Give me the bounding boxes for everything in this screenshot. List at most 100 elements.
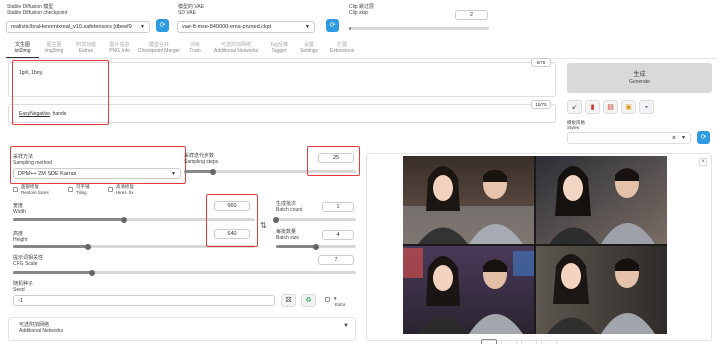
seed-input[interactable]: -1: [13, 295, 275, 306]
vae-label-en: SD VAE: [178, 10, 196, 16]
note-icon[interactable]: ▤: [603, 100, 618, 114]
tab-label-en: Extensions: [329, 48, 355, 54]
slider-thumb[interactable]: [88, 269, 95, 276]
webui-root: Stable Diffusion 模型 Stable Diffusion che…: [0, 0, 720, 344]
close-icon[interactable]: ×: [699, 158, 707, 166]
styles-select[interactable]: × ▼: [567, 132, 691, 144]
clip-skip-label-en: Clip skip: [349, 10, 368, 16]
styles-label-en: Styles: [567, 125, 580, 130]
tab-label-en: Tagger: [271, 48, 287, 54]
highlight-sampling-method: [10, 146, 186, 184]
batch-count-slider[interactable]: [273, 216, 356, 223]
main-tabs: 文生图 txt2img 图生图 img2img 附加功能 Extras 图片信息 PNG In…: [6, 42, 426, 58]
additional-networks-panel[interactable]: 可选附加网络 Additional Networks ▼: [8, 317, 356, 341]
refresh-icon: ⟳: [159, 22, 166, 29]
arrow-icon[interactable]: ↙: [567, 100, 582, 114]
clipboard-icon[interactable]: ▣: [621, 100, 636, 114]
thumbnail-selected[interactable]: [481, 339, 497, 344]
tab-png-info[interactable]: 图片信息 PNG Info: [103, 42, 136, 58]
checkbox[interactable]: [68, 187, 73, 192]
tab-txt2img[interactable]: 文生图 txt2img: [6, 42, 39, 58]
slider-fill: [13, 218, 125, 221]
seed-label-en: Seed: [13, 287, 25, 293]
thumbnail[interactable]: [521, 340, 537, 344]
trash-icon[interactable]: ▮: [585, 100, 600, 114]
slider-thumb[interactable]: [121, 216, 128, 223]
extra-caret-icon: ▼: [333, 296, 338, 301]
tab-label-en: Settings: [299, 48, 319, 54]
slider-thumb[interactable]: [273, 216, 279, 223]
sampling-steps-label-en: Sampling steps: [184, 159, 219, 165]
tab-label-en: txt2img: [14, 48, 31, 54]
tab-img2img[interactable]: 图生图 img2img: [39, 42, 69, 58]
slider-fill: [276, 245, 316, 248]
option-label-en: Hires. fix: [116, 190, 134, 195]
refresh-styles-button[interactable]: ⟳: [697, 131, 710, 144]
refresh-icon: ⟳: [700, 134, 707, 141]
image-2: [536, 156, 667, 244]
image-grid-svg: [403, 156, 667, 334]
highlight-prompts: [12, 60, 109, 125]
tab-extensions[interactable]: 扩展 Extensions: [324, 42, 360, 58]
tab-label-en: PNG Info: [109, 48, 130, 54]
negative-token-counter: 10/75: [531, 100, 551, 109]
swap-dimensions-button[interactable]: ⇅: [260, 221, 267, 230]
tab-label-en: Extras: [78, 48, 94, 54]
tab-checkpoint-merger[interactable]: 模型合并 Checkpoint Merger: [136, 42, 182, 58]
slider-fill: [184, 170, 214, 173]
generate-label-en: Generate: [629, 79, 650, 85]
tool-buttons: ↙ ▮ ▤ ▣ ▪: [567, 100, 712, 115]
thumbnail[interactable]: [541, 340, 557, 344]
slider-thumb[interactable]: [85, 243, 92, 250]
slider-thumb[interactable]: [210, 168, 217, 175]
refresh-icon: ⟳: [329, 22, 336, 29]
width-label-en: Width: [13, 209, 26, 215]
batch-count-input[interactable]: 1: [322, 202, 354, 212]
checkpoint-label-en: Stable Diffusion checkpoint: [7, 10, 68, 16]
image-4: [536, 246, 667, 334]
image-1: [403, 156, 534, 244]
recycle-icon[interactable]: ♻: [301, 294, 316, 307]
result-image-grid[interactable]: [403, 156, 667, 334]
highlight-size: [206, 194, 258, 247]
tab-label-en: img2img: [44, 48, 64, 54]
tab-settings[interactable]: 设置 Settings: [294, 42, 324, 58]
clear-icon[interactable]: ×: [672, 133, 676, 143]
batch-count-label-en: Batch count: [276, 207, 303, 213]
refresh-checkpoint-button[interactable]: ⟳: [156, 19, 169, 32]
slider-fill: [13, 271, 92, 274]
tab-tagger[interactable]: Tag反推 Tagger: [264, 42, 294, 58]
highlight-sampling-steps: [307, 146, 360, 176]
tab-train[interactable]: 训练 Train: [182, 42, 208, 58]
cfg-input[interactable]: 7: [318, 255, 354, 265]
batch-size-label-en: Batch size: [276, 235, 300, 241]
cfg-slider[interactable]: [13, 269, 356, 276]
batch-size-slider[interactable]: [276, 243, 356, 250]
generate-button[interactable]: 生成 Generate: [567, 63, 712, 93]
image-3: [403, 246, 534, 334]
chevron-down-icon: ▼: [140, 24, 145, 30]
refresh-vae-button[interactable]: ⟳: [326, 19, 339, 32]
clip-skip-input[interactable]: 2: [455, 10, 488, 20]
tab-label-en: Train: [189, 48, 201, 54]
cfg-label-en: CFG Scale: [13, 261, 38, 267]
slider-thumb[interactable]: [313, 243, 319, 250]
checkpoint-select[interactable]: realistic/braHennmixreal_v10.safetensors…: [6, 21, 150, 33]
extra-label: Extra: [335, 302, 346, 307]
options-row: 面部修复 Restore faces 可平铺 Tiling 高清修复 Hires. fix: [13, 184, 163, 200]
extra-checkbox[interactable]: [325, 297, 330, 302]
save-icon[interactable]: ▪: [639, 100, 654, 114]
chevron-down-icon: ▼: [681, 135, 686, 141]
tab-additional-networks[interactable]: 可选附加网络 Additional Networks: [208, 42, 264, 58]
clip-skip-slider[interactable]: [349, 27, 489, 30]
checkbox[interactable]: [13, 187, 18, 192]
dice-icon[interactable]: ⚄: [281, 294, 296, 307]
collapse-toggle-icon[interactable]: ▼: [343, 323, 349, 329]
prompt-token-counter: 6/75: [531, 58, 551, 67]
tab-extras[interactable]: 附加功能 Extras: [69, 42, 103, 58]
tab-label-en: Additional Networks: [213, 48, 259, 54]
vae-select[interactable]: vae-ft-mse-840000-ema-pruned.ckpt ▼: [177, 21, 315, 33]
checkbox[interactable]: [108, 187, 113, 192]
thumbnail[interactable]: [501, 340, 517, 344]
batch-size-input[interactable]: 4: [322, 230, 354, 240]
